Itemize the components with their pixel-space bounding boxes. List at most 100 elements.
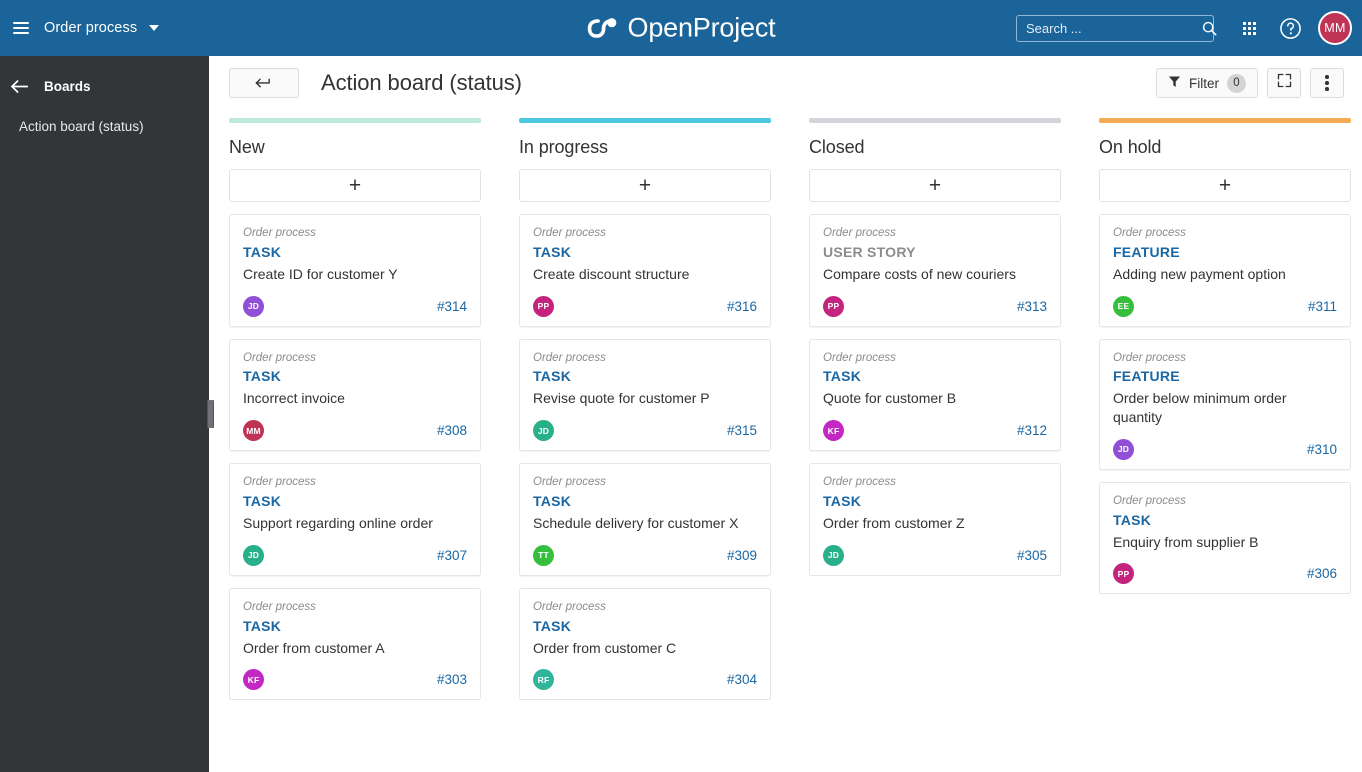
- search-icon[interactable]: [1202, 21, 1217, 36]
- openproject-logo[interactable]: OpenProject: [587, 13, 776, 44]
- board-column: New + Order process TASK Create ID for custo…: [229, 118, 481, 772]
- card-type: TASK: [243, 493, 282, 510]
- card-subject: Order from customer A: [243, 639, 385, 656]
- work-package-card[interactable]: Order process TASK Order from customer Z JD…: [809, 463, 1061, 576]
- card-footer: PP #313: [823, 295, 1047, 317]
- card-list: Order process TASK Create discount structu…: [519, 214, 771, 701]
- project-name[interactable]: Order process: [44, 20, 137, 36]
- work-package-card[interactable]: Order process TASK Incorrect invoice MM #308: [229, 338, 481, 452]
- sidebar-list: Action board (status): [0, 114, 209, 139]
- work-package-id[interactable]: #303: [437, 672, 467, 687]
- card-footer: KF #312: [823, 420, 1047, 442]
- assignee-avatar[interactable]: JD: [823, 544, 844, 566]
- search-input[interactable]: [1026, 20, 1202, 36]
- assignee-avatar[interactable]: RF: [533, 669, 554, 691]
- card-list: Order process FEATURE Adding new payment o…: [1099, 214, 1351, 595]
- assignee-avatar[interactable]: PP: [533, 295, 554, 317]
- work-package-card[interactable]: Order process TASK Create ID for customer …: [229, 214, 481, 327]
- board-columns: New + Order process TASK Create ID for custo…: [209, 110, 1362, 772]
- card-project-name: Order process: [533, 600, 606, 613]
- work-package-id[interactable]: #315: [727, 423, 757, 438]
- sidebar-back-header[interactable]: Boards: [0, 70, 209, 102]
- work-package-id[interactable]: #306: [1307, 566, 1337, 581]
- card-footer: PP #316: [533, 295, 757, 317]
- back-button[interactable]: [229, 68, 299, 98]
- card-project-name: Order process: [823, 476, 896, 489]
- grid-modules-icon[interactable]: [1230, 0, 1268, 56]
- card-footer: RF #304: [533, 669, 757, 691]
- work-package-id[interactable]: #305: [1017, 548, 1047, 563]
- card-project-name: Order process: [533, 351, 606, 364]
- work-package-card[interactable]: Order process FEATURE Order below minimum …: [1099, 338, 1351, 470]
- sidebar-resize-handle[interactable]: [207, 400, 214, 428]
- assignee-avatar[interactable]: KF: [823, 420, 844, 442]
- assignee-avatar[interactable]: JD: [1113, 438, 1134, 460]
- work-package-card[interactable]: Order process TASK Quote for customer B KF #…: [809, 338, 1061, 452]
- global-search[interactable]: [1016, 14, 1217, 42]
- assignee-avatar[interactable]: PP: [823, 295, 844, 317]
- work-package-card[interactable]: Order process TASK Support regarding onlin…: [229, 463, 481, 576]
- board-column: Closed + Order process USER STORY Compare co…: [809, 118, 1061, 772]
- card-type: USER STORY: [823, 243, 916, 260]
- card-footer: EE #311: [1113, 295, 1337, 317]
- card-subject: Quote for customer B: [823, 390, 957, 407]
- work-package-card[interactable]: Order process TASK Revise quote for custom…: [519, 338, 771, 452]
- assignee-avatar[interactable]: JD: [243, 295, 264, 317]
- add-card-button[interactable]: +: [1099, 169, 1351, 202]
- card-project-name: Order process: [243, 476, 316, 489]
- card-subject: Order below minimum order quantity: [1113, 390, 1287, 426]
- chevron-down-icon[interactable]: [149, 25, 160, 31]
- column-color-bar: [809, 118, 1061, 123]
- fullscreen-icon: [1277, 73, 1292, 93]
- assignee-avatar[interactable]: PP: [1113, 563, 1134, 585]
- avatar[interactable]: MM: [1318, 11, 1352, 45]
- card-type: TASK: [533, 368, 572, 385]
- card-type: TASK: [243, 617, 282, 634]
- add-card-button[interactable]: +: [229, 169, 481, 202]
- work-package-card[interactable]: Order process FEATURE Adding new payment o…: [1099, 214, 1351, 327]
- hamburger-icon[interactable]: [0, 0, 42, 56]
- assignee-avatar[interactable]: EE: [1113, 295, 1134, 317]
- work-package-id[interactable]: #309: [727, 548, 757, 563]
- card-type: TASK: [243, 368, 282, 385]
- plus-icon: +: [928, 174, 942, 197]
- arrow-left-icon[interactable]: [6, 79, 34, 94]
- filter-button[interactable]: Filter 0: [1156, 68, 1258, 98]
- assignee-avatar[interactable]: KF: [243, 669, 264, 691]
- column-color-bar: [1099, 118, 1351, 123]
- work-package-card[interactable]: Order process TASK Order from customer A KF…: [229, 587, 481, 701]
- assignee-avatar[interactable]: JD: [243, 544, 264, 566]
- work-package-id[interactable]: #310: [1307, 442, 1337, 457]
- work-package-card[interactable]: Order process TASK Enquiry from supplier B…: [1099, 481, 1351, 595]
- work-package-id[interactable]: #304: [727, 672, 757, 687]
- card-subject: Enquiry from supplier B: [1113, 533, 1259, 550]
- work-package-id[interactable]: #312: [1017, 423, 1047, 438]
- work-package-card[interactable]: Order process TASK Schedule delivery for c…: [519, 463, 771, 576]
- help-circle-icon[interactable]: [1268, 0, 1312, 56]
- add-card-button[interactable]: +: [519, 169, 771, 202]
- card-list: Order process USER STORY Compare costs of …: [809, 214, 1061, 576]
- assignee-avatar[interactable]: JD: [533, 420, 554, 442]
- fullscreen-button[interactable]: [1267, 68, 1301, 98]
- work-package-id[interactable]: #316: [727, 299, 757, 314]
- card-type: TASK: [533, 617, 572, 634]
- assignee-avatar[interactable]: MM: [243, 420, 264, 442]
- card-project-name: Order process: [823, 227, 896, 239]
- card-project-name: Order process: [243, 351, 316, 364]
- more-options-button[interactable]: [1310, 68, 1344, 98]
- work-package-id[interactable]: #307: [437, 548, 467, 563]
- sidebar-item-action-board[interactable]: Action board (status): [0, 114, 209, 139]
- work-package-id[interactable]: #308: [437, 423, 467, 438]
- work-package-id[interactable]: #314: [437, 299, 467, 314]
- work-package-card[interactable]: Order process TASK Create discount structu…: [519, 214, 771, 327]
- card-subject: Revise quote for customer P: [533, 390, 710, 407]
- work-package-id[interactable]: #311: [1308, 299, 1337, 314]
- card-type: FEATURE: [1113, 368, 1180, 385]
- work-package-card[interactable]: Order process USER STORY Compare costs of …: [809, 214, 1061, 327]
- assignee-avatar[interactable]: TT: [533, 544, 554, 566]
- plus-icon: +: [638, 174, 652, 197]
- add-card-button[interactable]: +: [809, 169, 1061, 202]
- work-package-card[interactable]: Order process TASK Order from customer C RF…: [519, 587, 771, 701]
- card-type: TASK: [533, 493, 572, 510]
- work-package-id[interactable]: #313: [1017, 299, 1047, 314]
